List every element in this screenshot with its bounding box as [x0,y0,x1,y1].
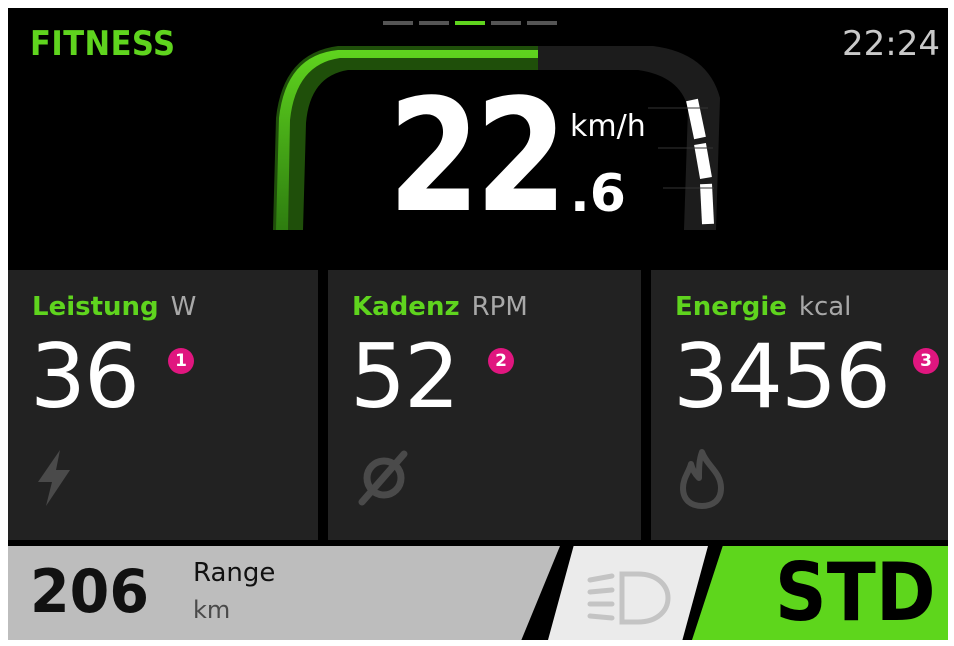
range-label: Range [193,558,276,588]
range-value: 206 [30,557,149,627]
metric-value: 3456 [673,325,891,428]
metric-panel-leistung[interactable]: Leistung W 36 1 [8,270,318,540]
metric-value: 52 [350,325,460,428]
callout-badge: 2 [488,348,514,374]
metric-panel-energie[interactable]: Energie kcal 3456 3 [651,270,948,540]
metric-unit: W [170,292,197,322]
callout-badge: 1 [168,348,194,374]
metric-label: Leistung [32,292,159,322]
cadence-crank-icon [358,450,408,506]
flame-icon [680,449,724,509]
metric-panel-kadenz[interactable]: Kadenz RPM 52 2 [328,270,641,540]
ebike-display: FITNESS 22:24 22 km/h .6 Leistung W 36 1… [8,8,948,640]
headlight-icon [587,571,671,625]
metric-label: Energie [675,292,787,322]
metric-unit: RPM [471,292,528,322]
lightning-icon [38,450,70,506]
metric-value: 36 [30,325,140,428]
speed-decimal: .6 [570,164,626,224]
speed-value: 22 [388,65,567,247]
metric-label: Kadenz [352,292,460,322]
metric-unit: kcal [798,292,852,322]
callout-badge: 3 [913,348,939,374]
assist-mode-label: STD [775,546,936,639]
speed-unit: km/h [570,109,646,144]
range-unit: km [193,596,231,624]
